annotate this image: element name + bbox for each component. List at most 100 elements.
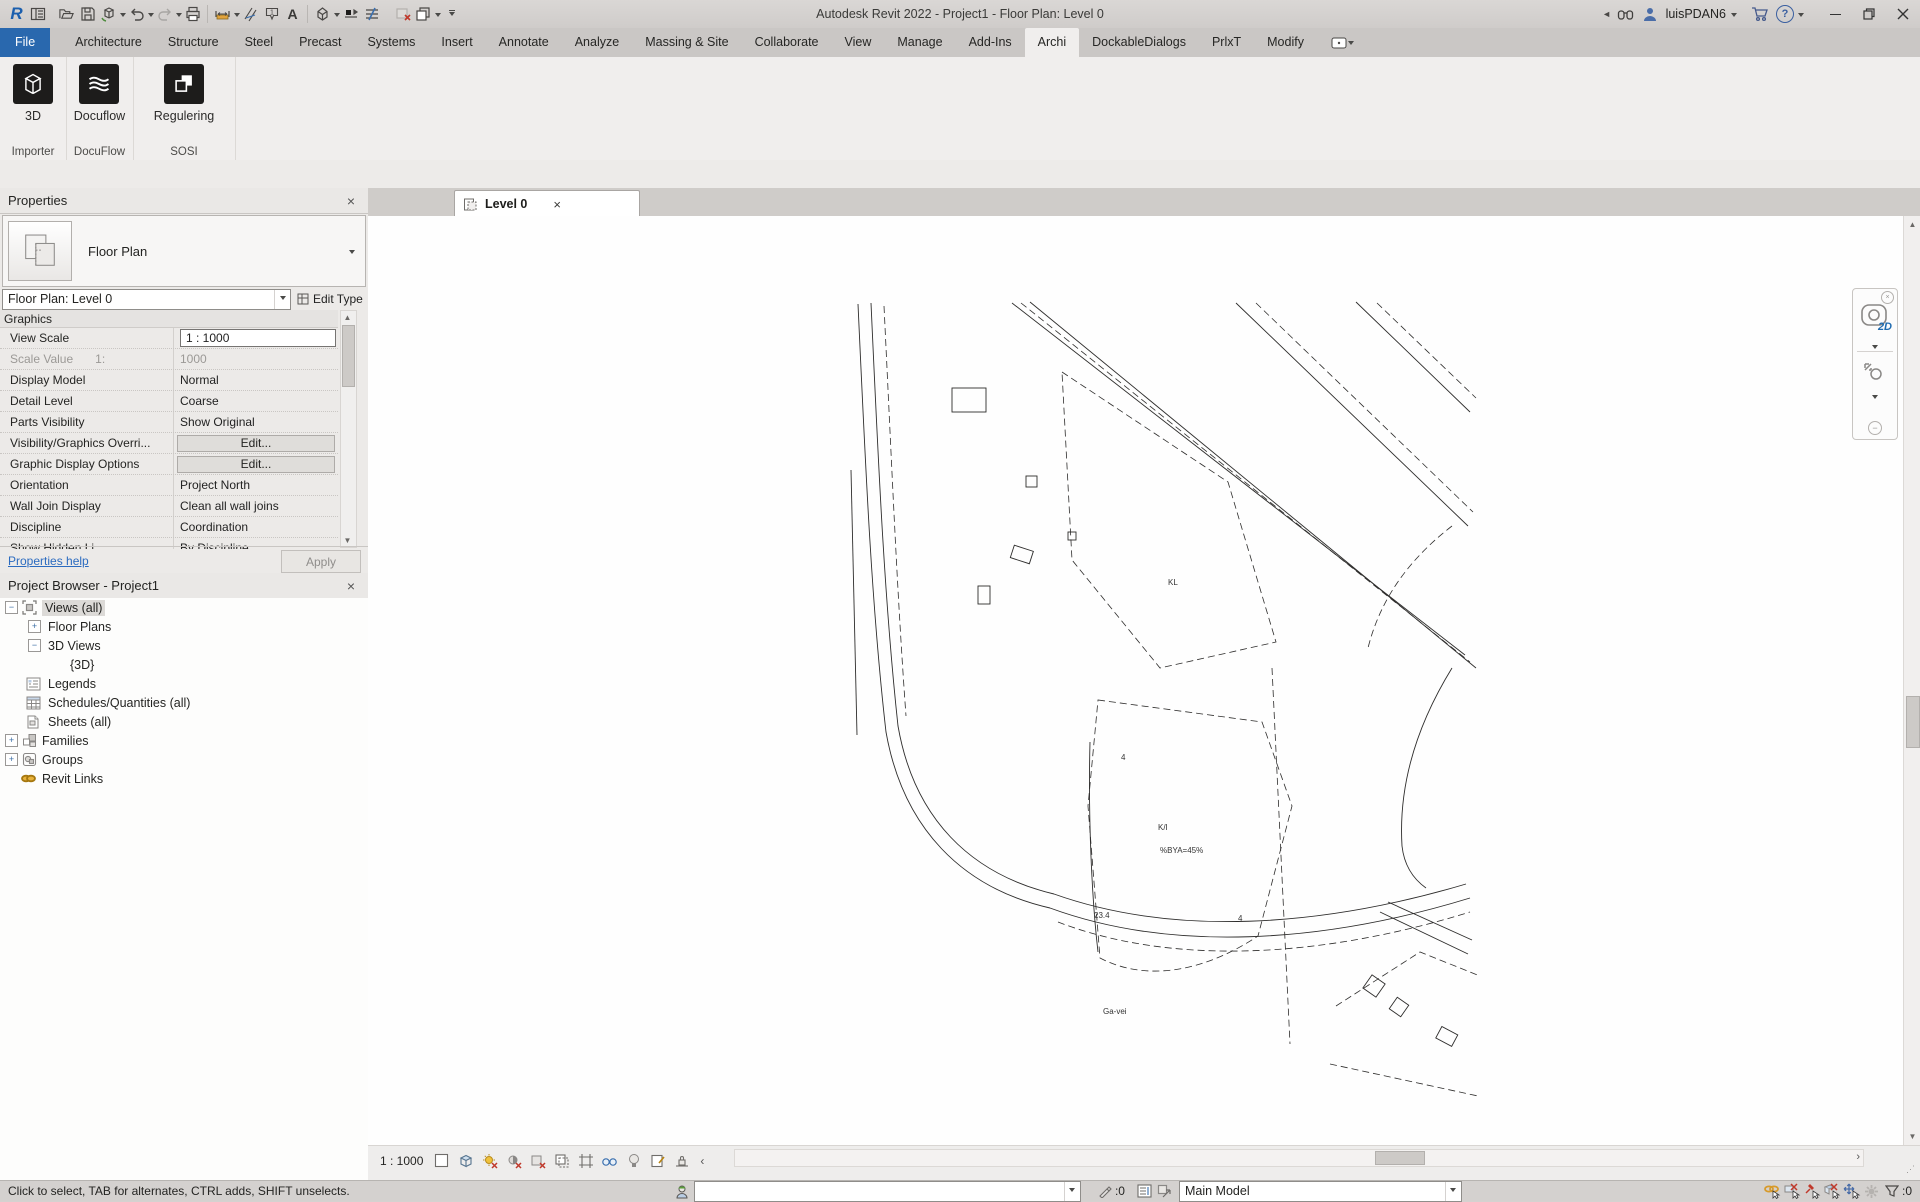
panel-label-docuflow[interactable]: DocuFlow bbox=[66, 146, 133, 158]
close-hidden-windows-icon[interactable] bbox=[413, 3, 434, 25]
prop-row-display-model[interactable]: Display ModelNormal bbox=[0, 370, 338, 391]
prop-row-parts-visibility[interactable]: Parts VisibilityShow Original bbox=[0, 412, 338, 433]
prop-row-graphic-display[interactable]: Graphic Display Options Edit... bbox=[0, 454, 338, 475]
tab-prlxt[interactable]: PrlxT bbox=[1199, 28, 1254, 57]
show-crop-region-icon[interactable] bbox=[576, 1151, 595, 1170]
reveal-hidden-elements-icon[interactable] bbox=[624, 1151, 643, 1170]
view-tab-level-0[interactable]: Level 0 × bbox=[454, 190, 640, 217]
tab-steel[interactable]: Steel bbox=[232, 28, 287, 57]
section-graphics[interactable]: Graphics bbox=[0, 310, 338, 328]
tab-dockabledialogs[interactable]: DockableDialogs bbox=[1079, 28, 1199, 57]
vertical-scrollbar[interactable]: ▲ ▼ bbox=[1903, 216, 1920, 1145]
temporary-hide-isolate-icon[interactable] bbox=[600, 1151, 619, 1170]
type-selector-dropdown[interactable] bbox=[349, 250, 355, 257]
tree-item-families[interactable]: + Families bbox=[0, 731, 368, 750]
select-pinned-elements-icon[interactable] bbox=[1802, 1182, 1822, 1200]
tab-view[interactable]: View bbox=[832, 28, 885, 57]
view-scale-field[interactable]: 1 : 1000 bbox=[180, 329, 336, 347]
project-browser-close-icon[interactable]: × bbox=[342, 578, 360, 594]
close-button[interactable] bbox=[1886, 1, 1920, 28]
print-icon[interactable] bbox=[182, 3, 203, 25]
tab-add-ins[interactable]: Add-Ins bbox=[956, 28, 1025, 57]
visual-style-icon[interactable] bbox=[456, 1151, 475, 1170]
tab-modify[interactable]: Modify bbox=[1254, 28, 1317, 57]
help-icon[interactable]: ? bbox=[1773, 5, 1797, 23]
panel-label-sosi[interactable]: SOSI bbox=[133, 146, 235, 158]
open-icon[interactable] bbox=[56, 3, 77, 25]
gdo-edit-button[interactable]: Edit... bbox=[177, 456, 335, 473]
section-icon[interactable] bbox=[340, 3, 361, 25]
tab-architecture[interactable]: Architecture bbox=[62, 28, 155, 57]
help-dropdown[interactable] bbox=[1798, 13, 1804, 20]
3d-importer-button[interactable]: 3D bbox=[9, 62, 57, 125]
select-underlay-elements-icon[interactable] bbox=[1782, 1182, 1802, 1200]
canvas[interactable]: KL 4 K/I %BYA=45% 23.4 4 Ga-vei × 2D bbox=[368, 216, 1903, 1145]
prop-row-detail-level[interactable]: Detail LevelCoarse bbox=[0, 391, 338, 412]
panel-label-importer[interactable]: Importer bbox=[0, 146, 66, 158]
tab-massing-site[interactable]: Massing & Site bbox=[632, 28, 741, 57]
expand-icon[interactable]: + bbox=[5, 734, 18, 747]
tab-manage[interactable]: Manage bbox=[884, 28, 955, 57]
design-option-dropdown[interactable]: Main Model bbox=[1179, 1181, 1462, 1202]
detail-level-icon[interactable] bbox=[432, 1151, 451, 1170]
tag-icon[interactable]: 1 bbox=[261, 3, 282, 25]
steering-wheel-2d-icon[interactable]: 2D bbox=[1860, 303, 1888, 329]
collapse-search-icon[interactable]: ◄ bbox=[1600, 9, 1614, 19]
vg-edit-button[interactable]: Edit... bbox=[177, 435, 335, 452]
file-tab[interactable]: File bbox=[0, 28, 50, 57]
exclude-options-icon[interactable] bbox=[1155, 1182, 1175, 1200]
scroll-right-icon[interactable]: › bbox=[1856, 1151, 1860, 1163]
properties-toggle-icon[interactable] bbox=[27, 3, 48, 25]
expand-icon[interactable]: + bbox=[28, 620, 41, 633]
tree-item-floor-plans[interactable]: + Floor Plans bbox=[0, 617, 368, 636]
properties-close-icon[interactable]: × bbox=[342, 193, 360, 209]
aligned-dimension-icon[interactable] bbox=[240, 3, 261, 25]
navbar-collapse-icon[interactable]: − bbox=[1868, 421, 1882, 435]
customize-qat-icon[interactable] bbox=[441, 3, 462, 25]
select-elements-by-face-icon[interactable] bbox=[1822, 1182, 1842, 1200]
scroll-up-icon[interactable]: ▲ bbox=[341, 311, 354, 324]
scroll-up-icon[interactable]: ▲ bbox=[1906, 218, 1919, 231]
crop-view-icon[interactable] bbox=[552, 1151, 571, 1170]
zoom-dropdown[interactable] bbox=[1872, 395, 1878, 402]
shadows-icon[interactable] bbox=[504, 1151, 523, 1170]
tab-precast[interactable]: Precast bbox=[286, 28, 354, 57]
drag-elements-on-selection-icon[interactable] bbox=[1842, 1182, 1862, 1200]
tab-insert[interactable]: Insert bbox=[428, 28, 485, 57]
resize-grip[interactable]: ⋰ bbox=[1906, 1164, 1916, 1175]
sync-with-central-icon[interactable] bbox=[98, 3, 119, 25]
tree-item-views-all[interactable]: − Views (all) bbox=[0, 598, 368, 617]
properties-help-link[interactable]: Properties help bbox=[8, 554, 89, 568]
user-icon[interactable] bbox=[1638, 6, 1662, 22]
view-scale-control[interactable]: 1 : 1000 bbox=[380, 1154, 423, 1168]
tree-item-legends[interactable]: Legends bbox=[0, 674, 368, 693]
tree-item-sheets[interactable]: Sheets (all) bbox=[0, 712, 368, 731]
prop-row-discipline[interactable]: DisciplineCoordination bbox=[0, 517, 338, 538]
default-3d-view-icon[interactable] bbox=[312, 3, 333, 25]
redo-icon[interactable] bbox=[154, 3, 175, 25]
tab-archi[interactable]: Archi bbox=[1025, 28, 1079, 57]
design-options-icon[interactable] bbox=[1135, 1182, 1155, 1200]
tab-structure[interactable]: Structure bbox=[155, 28, 232, 57]
type-selector[interactable]: Floor Plan bbox=[2, 215, 366, 287]
selection-filter-icon[interactable] bbox=[1882, 1182, 1902, 1200]
vcb-collapse-icon[interactable]: ‹ bbox=[700, 1154, 704, 1168]
active-workset-dropdown[interactable] bbox=[694, 1181, 1081, 1202]
tab-analyze[interactable]: Analyze bbox=[562, 28, 632, 57]
reveal-constraints-icon[interactable] bbox=[672, 1151, 691, 1170]
tree-item-groups[interactable]: + Groups bbox=[0, 750, 368, 769]
tab-annotate[interactable]: Annotate bbox=[486, 28, 562, 57]
tree-item-3d-views[interactable]: − 3D Views bbox=[0, 636, 368, 655]
tree-item-3d[interactable]: {3D} bbox=[0, 655, 368, 674]
temporary-view-properties-icon[interactable] bbox=[648, 1151, 667, 1170]
search-icon[interactable] bbox=[1614, 7, 1638, 22]
user-dropdown[interactable] bbox=[1731, 13, 1737, 20]
edit-type-button[interactable]: Edit Type bbox=[297, 292, 363, 306]
minimize-button[interactable] bbox=[1818, 1, 1852, 28]
collapse-icon[interactable]: − bbox=[5, 601, 18, 614]
tree-item-schedules[interactable]: Schedules/Quantities (all) bbox=[0, 693, 368, 712]
properties-scrollbar[interactable]: ▲ ▼ bbox=[340, 310, 357, 548]
restore-button[interactable] bbox=[1852, 1, 1886, 28]
collapse-icon[interactable]: − bbox=[28, 639, 41, 652]
prop-row-view-scale[interactable]: View Scale 1 : 1000 bbox=[0, 328, 338, 349]
